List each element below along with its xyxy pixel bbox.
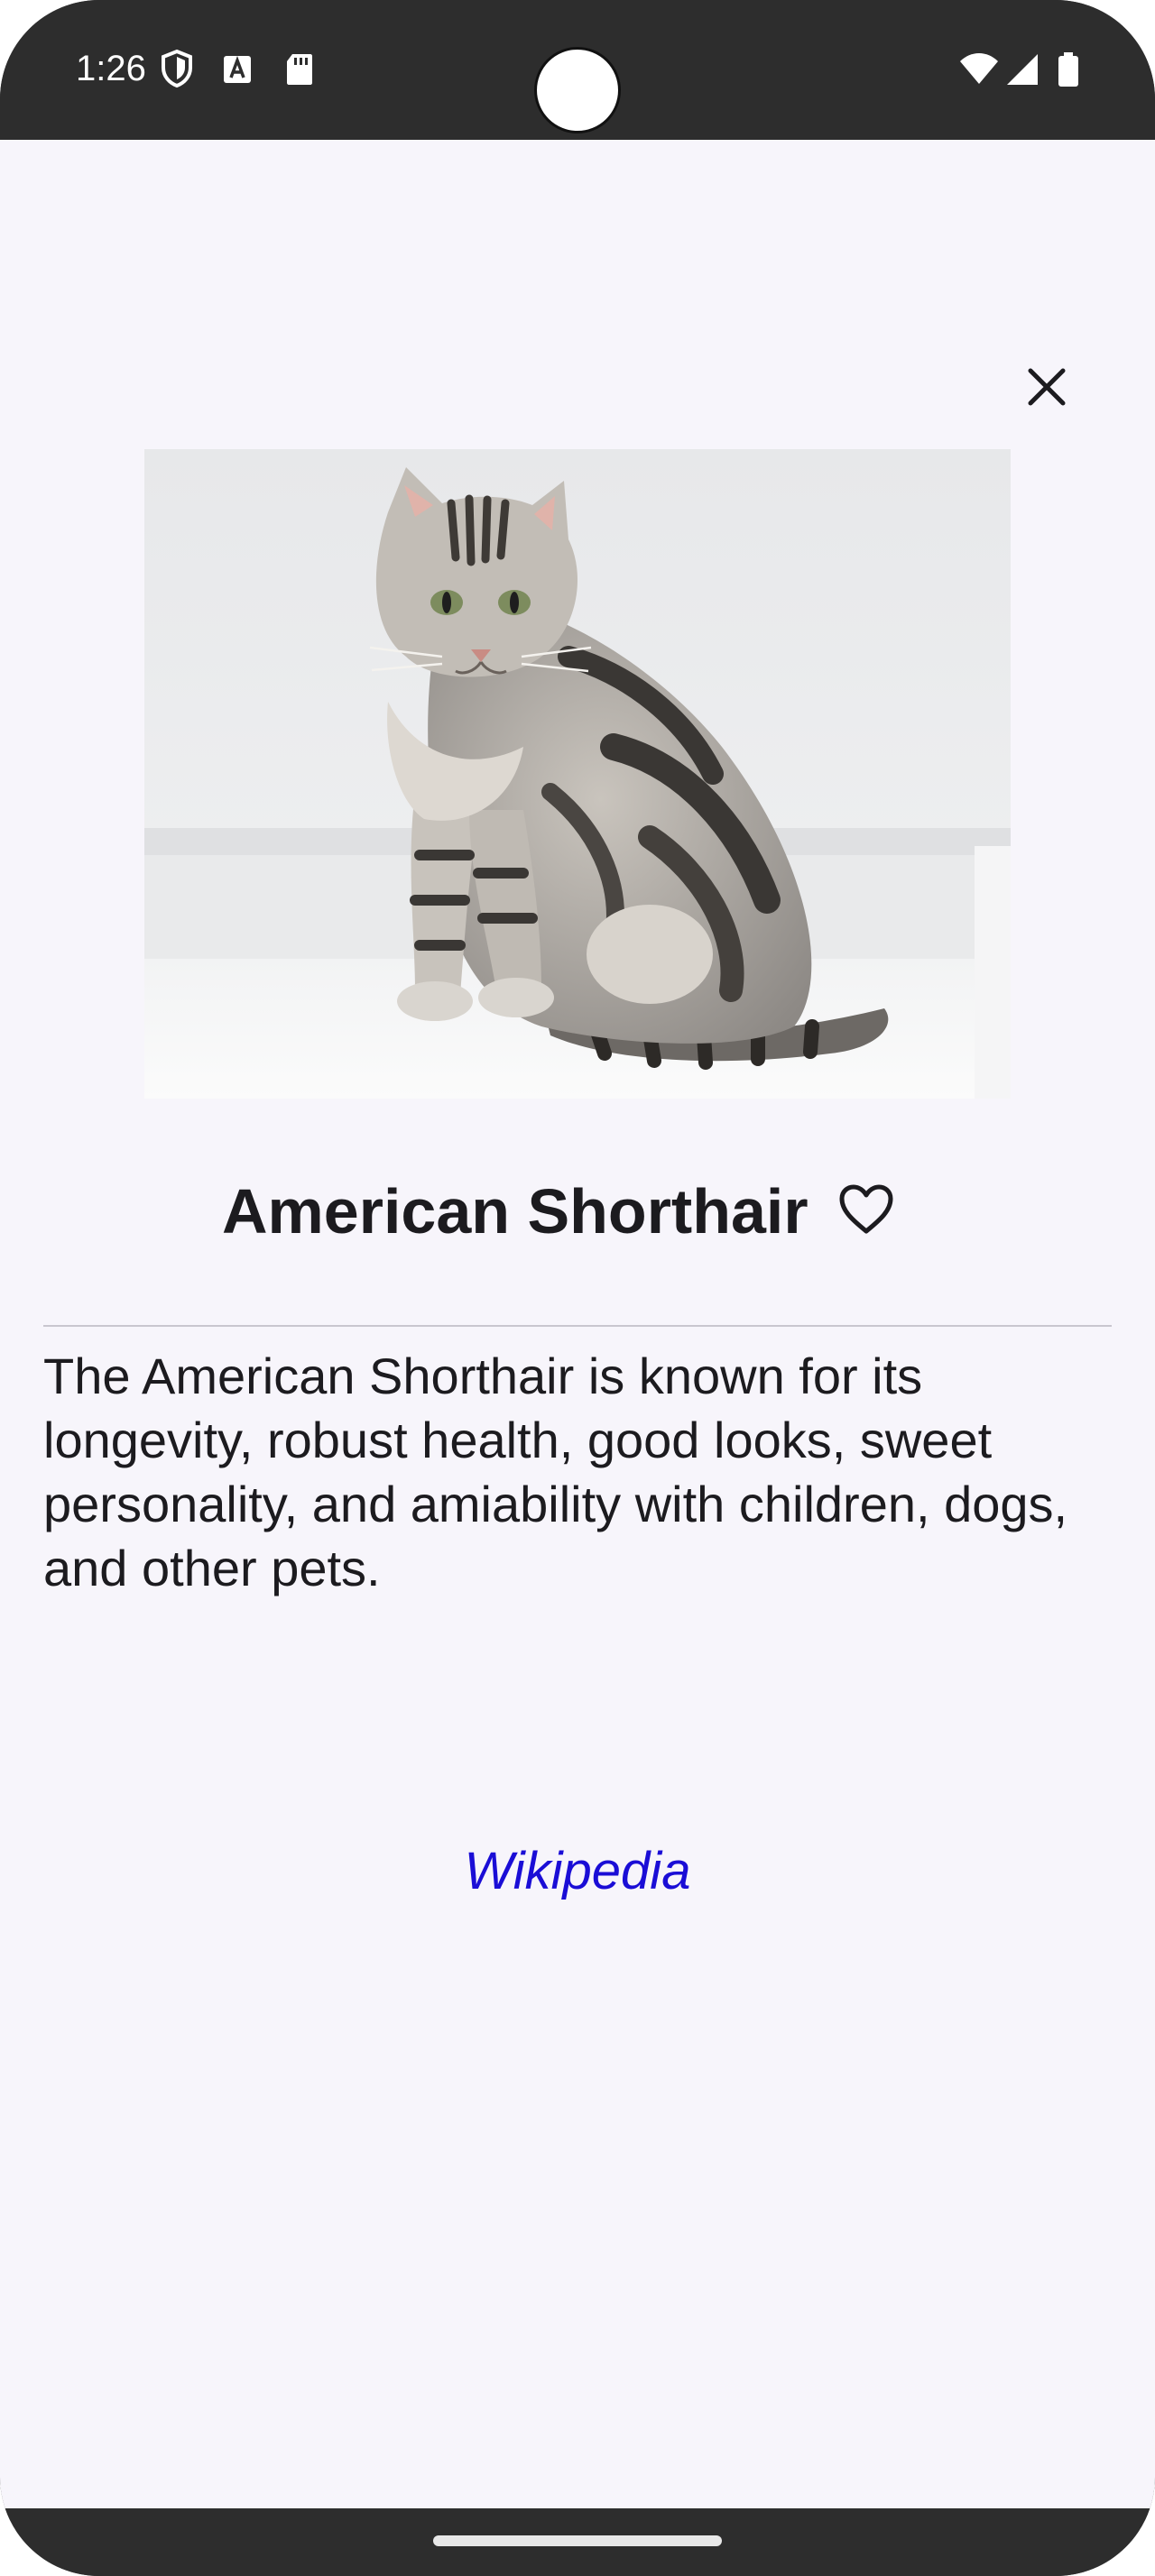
signal-icon bbox=[1005, 49, 1041, 88]
status-bar: 1:26 bbox=[0, 0, 1155, 140]
wifi-icon bbox=[958, 49, 1000, 88]
navigation-bar bbox=[0, 2508, 1155, 2576]
favorite-button[interactable] bbox=[830, 1175, 902, 1247]
text-a-icon bbox=[220, 49, 256, 88]
device-frame: 1:26 American Shorthair The American Sho… bbox=[0, 0, 1155, 2576]
battery-icon bbox=[1056, 49, 1081, 88]
wikipedia-link[interactable]: Wikipedia bbox=[0, 1840, 1155, 1903]
close-button[interactable] bbox=[1018, 360, 1076, 418]
heart-outline-icon bbox=[837, 1183, 895, 1240]
shield-icon bbox=[159, 49, 195, 88]
status-time: 1:26 bbox=[76, 49, 146, 88]
cat-photo bbox=[144, 449, 1011, 1099]
title-row: American Shorthair bbox=[0, 1159, 1155, 1258]
sd-card-icon bbox=[282, 49, 318, 88]
breed-title: American Shorthair bbox=[222, 1176, 808, 1247]
home-gesture-handle[interactable] bbox=[433, 2535, 722, 2546]
breed-detail-screen: American Shorthair The American Shorthai… bbox=[0, 140, 1155, 2508]
breed-description: The American Shorthair is known for its … bbox=[43, 1348, 1068, 1596]
camera-cutout bbox=[534, 47, 621, 133]
divider bbox=[43, 1325, 1112, 1327]
close-icon bbox=[1025, 365, 1068, 413]
